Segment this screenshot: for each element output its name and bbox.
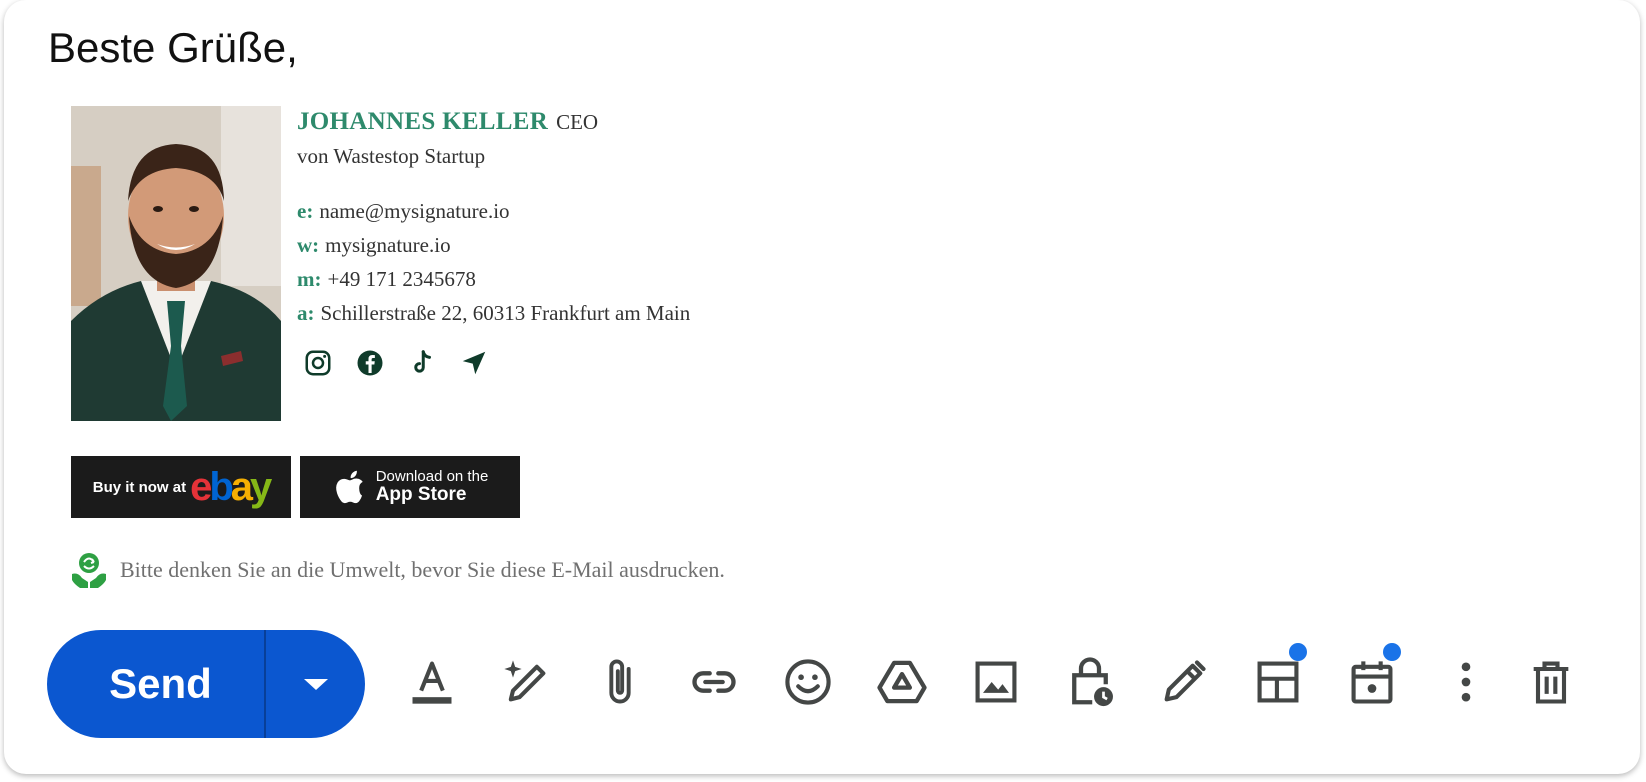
signature-company: von Wastestop Startup [297,144,486,168]
eco-note-text: Bitte denken Sie an die Umwelt, bevor Si… [120,557,725,582]
delete-icon [1533,661,1569,704]
layout-template-icon [1257,661,1299,703]
emoji-icon [785,659,831,705]
confidential-mode-button[interactable] [1060,652,1120,712]
confidential-mode-icon [1072,657,1113,707]
insert-photo-button[interactable] [966,652,1026,712]
app-store-small-text: Download on the [375,468,489,486]
contact-website: w: mysignature.io [297,228,690,262]
notification-dot [1289,643,1307,661]
ai-write-icon [504,660,546,702]
location-arrow-icon[interactable] [459,348,489,378]
more-options-button[interactable] [1436,652,1496,712]
signature-title: CEO [556,110,599,134]
insert-drive-button[interactable] [872,652,932,712]
phone-link[interactable]: +49 171 2345678 [328,267,476,291]
signature-block: JOHANNES KELLER CEO von Wastestop Startup… [297,104,690,378]
store-badges: Buy it now at ebay Download on the App S… [71,456,520,518]
attach-icon [609,659,631,704]
profile-photo [71,106,281,421]
chevron-down-icon [303,679,328,690]
apple-icon [335,470,363,504]
social-icons [303,348,690,378]
contact-mobile: m: +49 171 2345678 [297,262,690,296]
instagram-icon[interactable] [303,348,333,378]
text-format-icon [412,661,452,704]
ebay-badge[interactable]: Buy it now at ebay [71,456,291,518]
app-store-big-text: App Store [375,483,467,505]
attach-files-button[interactable] [590,652,650,712]
contact-list: e: name@mysignature.io w: mysignature.io m… [297,194,690,330]
email-link[interactable]: name@mysignature.io [319,199,509,223]
schedule-event-icon [1351,661,1393,704]
contact-key: e: [297,199,314,223]
send-button-group: Send [47,630,365,738]
eco-note: Bitte denken Sie an die Umwelt, bevor Si… [70,550,725,590]
insert-link-button[interactable] [684,652,744,712]
signature-name: JOHANNES KELLER [297,108,549,135]
drive-icon [877,660,927,704]
greeting-text: Beste Grüße, [48,24,298,71]
name-line: JOHANNES KELLER CEO [297,104,690,140]
send-button[interactable]: Send [47,630,266,738]
image-icon [975,661,1017,703]
address-text: Schillerstraße 22, 60313 Frankfurt am Ma… [320,301,691,325]
insert-emoji-button[interactable] [778,652,838,712]
insert-signature-button[interactable] [1154,652,1214,712]
facebook-icon[interactable] [355,348,385,378]
ebay-badge-text: Buy it now at [92,478,187,496]
link-icon [692,671,736,693]
more-options-icon [1461,662,1471,702]
ebay-logo: ebay [190,465,272,509]
help-me-write-button[interactable] [496,652,556,712]
website-link[interactable]: mysignature.io [325,233,450,257]
formatting-options-button[interactable] [402,652,462,712]
layouts-button[interactable] [1248,643,1308,712]
signature-pen-icon [1164,660,1206,702]
app-store-badge[interactable]: Download on the App Store [300,456,520,518]
discard-draft-button[interactable] [1521,652,1581,712]
contact-key: m: [297,267,322,291]
recycle-hands-icon [72,553,106,588]
schedule-event-button[interactable] [1342,643,1402,712]
contact-key: w: [297,233,320,257]
notification-dot [1383,643,1401,661]
tiktok-icon[interactable] [407,348,437,378]
contact-key: a: [297,301,315,325]
contact-address: a: Schillerstraße 22, 60313 Frankfurt am … [297,296,690,330]
contact-email: e: name@mysignature.io [297,194,690,228]
